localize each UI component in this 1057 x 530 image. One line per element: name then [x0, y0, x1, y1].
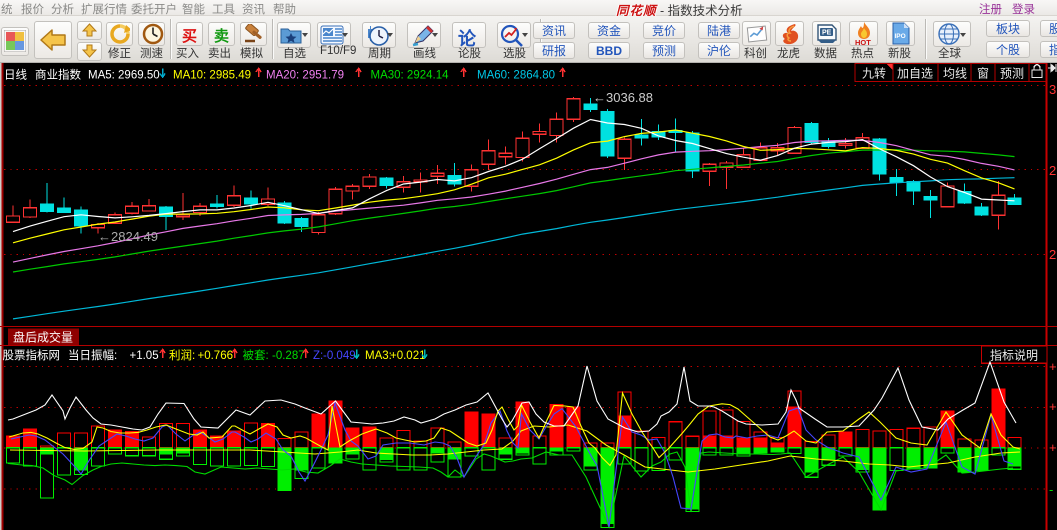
svg-text:MA60: 2864.80: MA60: 2864.80	[477, 70, 555, 82]
svg-text:PE: PE	[822, 30, 832, 37]
svg-text:Z:: Z:	[313, 350, 323, 362]
svg-text:MA20: 2951.79: MA20: 2951.79	[266, 70, 344, 82]
svg-text:+1.05: +1.05	[130, 350, 159, 362]
svg-text:日线: 日线	[4, 68, 27, 82]
svg-text:IPO: IPO	[895, 33, 906, 40]
svg-text:当日振幅:: 当日振幅:	[68, 348, 117, 362]
svg-text:九转: 九转	[862, 66, 886, 81]
svg-text:MA5: 2969.50: MA5: 2969.50	[88, 70, 160, 82]
svg-text:MA3:: MA3:	[365, 350, 392, 362]
svg-text:2: 2	[1049, 163, 1056, 178]
svg-text:股票指标网: 股票指标网	[3, 348, 61, 362]
svg-text:MA30: 2924.14: MA30: 2924.14	[371, 70, 450, 82]
svg-text:-: -	[1049, 482, 1053, 497]
svg-text:利润:: 利润:	[169, 348, 195, 362]
svg-text:-0.287: -0.287	[272, 350, 305, 362]
svg-text:预测: 预测	[1000, 67, 1024, 81]
svg-text:+0.766: +0.766	[198, 350, 234, 362]
svg-text:窗: 窗	[977, 67, 989, 81]
svg-text:2: 2	[1049, 247, 1056, 262]
svg-text:MA10: 2985.49: MA10: 2985.49	[173, 70, 251, 82]
svg-text:加自选: 加自选	[897, 67, 933, 81]
svg-text:+: +	[1049, 399, 1057, 414]
svg-text:商业指数: 商业指数	[35, 68, 81, 82]
svg-text:被套:: 被套:	[243, 349, 269, 362]
svg-text:3: 3	[1049, 82, 1056, 97]
svg-text:+: +	[1049, 359, 1057, 374]
svg-text:均线: 均线	[943, 67, 967, 81]
svg-text:-0.049: -0.049	[323, 350, 356, 362]
svg-text:+: +	[1049, 440, 1057, 455]
svg-text:+0.021: +0.021	[390, 350, 426, 362]
svg-text:指标说明: 指标说明	[990, 348, 1038, 363]
svg-text:盘后成交量: 盘后成交量	[13, 330, 73, 345]
svg-text:←2824.49: ←2824.49	[98, 229, 158, 244]
svg-text:←3036.88: ←3036.88	[593, 90, 653, 105]
